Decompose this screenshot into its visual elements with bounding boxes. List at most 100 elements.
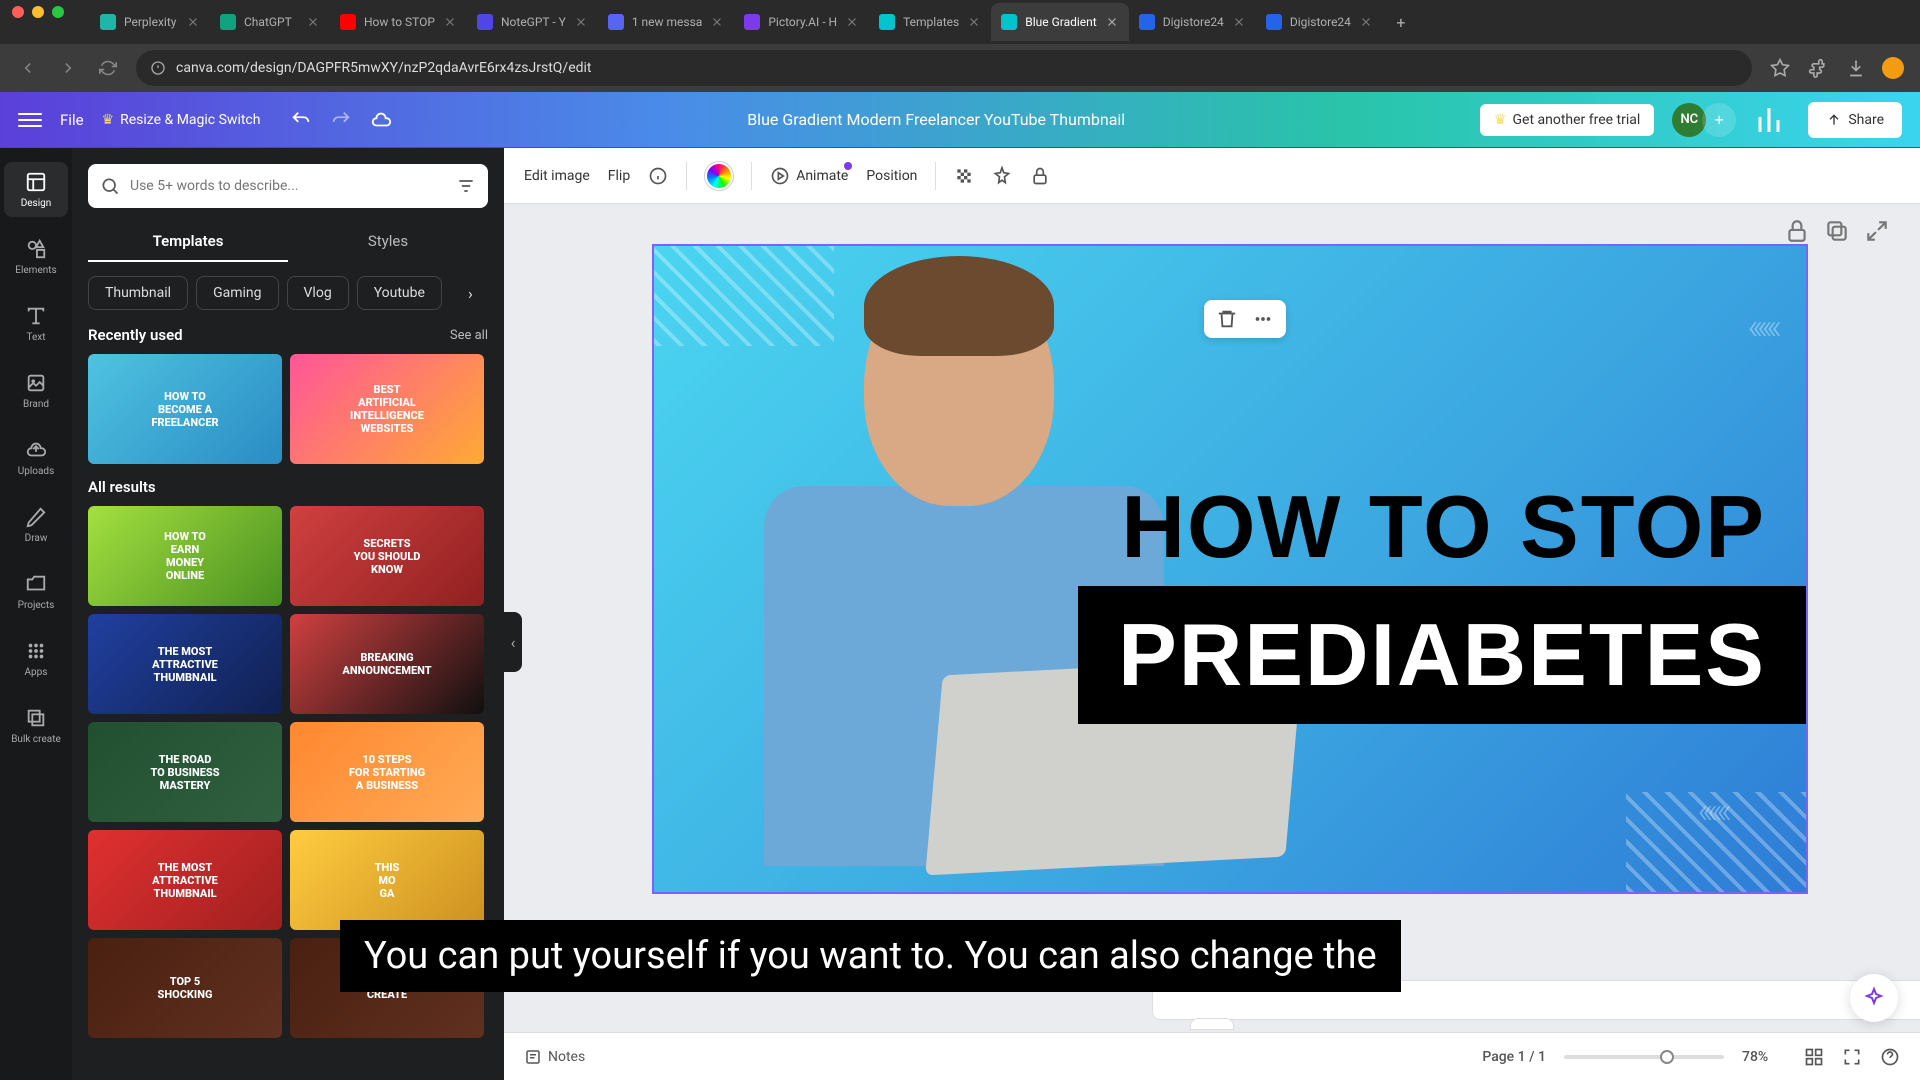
browser-tab[interactable]: NoteGPT - Y — [467, 3, 598, 41]
lock-page-icon[interactable] — [1784, 218, 1810, 244]
edit-image-button[interactable]: Edit image — [524, 168, 590, 184]
more-icon[interactable] — [1252, 308, 1274, 330]
page-handle[interactable] — [1190, 1018, 1234, 1030]
menu-icon[interactable] — [18, 108, 42, 132]
tab-templates[interactable]: Templates — [88, 222, 288, 262]
rail-text[interactable]: Text — [4, 296, 68, 351]
undo-button[interactable] — [290, 109, 312, 131]
template-thumbnail[interactable]: THE ROADTO BUSINESSMASTERY — [88, 722, 282, 822]
template-thumbnail[interactable]: BESTARTIFICIALINTELLIGENCEWEBSITES — [290, 354, 484, 464]
chevron-right-icon[interactable]: › — [468, 284, 488, 304]
transparency-icon[interactable] — [954, 166, 974, 186]
zoom-value[interactable]: 78% — [1742, 1049, 1786, 1065]
analytics-icon[interactable] — [1754, 102, 1790, 138]
notes-button[interactable]: Notes — [524, 1048, 585, 1066]
template-thumbnail[interactable]: HOW TOBECOME AFREELANCER — [88, 354, 282, 464]
rail-uploads[interactable]: Uploads — [4, 430, 68, 485]
animate-button[interactable]: Animate — [770, 166, 848, 186]
expand-icon[interactable] — [1864, 218, 1890, 244]
collaborators[interactable]: NC + — [1672, 103, 1736, 137]
browser-tab[interactable]: Blue Gradient — [991, 3, 1128, 41]
mac-minimize[interactable] — [32, 6, 44, 18]
rail-brand[interactable]: Brand — [4, 363, 68, 418]
page-indicator[interactable]: Page 1 / 1 — [1482, 1049, 1546, 1065]
close-icon[interactable] — [306, 15, 320, 29]
see-all-link[interactable]: See all — [450, 328, 488, 343]
filter-chip[interactable]: Gaming — [196, 276, 278, 310]
filter-icon[interactable] — [456, 176, 476, 196]
design-canvas[interactable]: ‹‹‹‹‹‹ ‹‹‹‹‹‹ HOW TO STOP PREDIABETES — [652, 244, 1808, 894]
browser-tab[interactable]: Digistore24 — [1256, 3, 1383, 41]
lock-icon[interactable] — [1030, 166, 1050, 186]
trial-button[interactable]: ♛ Get another free trial — [1480, 104, 1654, 136]
color-picker[interactable] — [705, 162, 733, 190]
filter-chip[interactable]: Vlog — [287, 276, 349, 310]
close-icon[interactable] — [443, 15, 457, 29]
delete-icon[interactable] — [1216, 308, 1238, 330]
effects-icon[interactable] — [992, 166, 1012, 186]
search-input[interactable] — [130, 178, 446, 194]
rail-projects[interactable]: Projects — [4, 564, 68, 619]
resize-button[interactable]: ♛ Resize & Magic Switch — [102, 112, 261, 128]
filter-chip[interactable]: Thumbnail — [88, 276, 188, 310]
download-icon[interactable] — [1844, 56, 1868, 80]
browser-tab[interactable]: Perplexity — [90, 3, 210, 41]
browser-tab[interactable]: 1 new messa — [598, 3, 735, 41]
browser-tab[interactable]: Templates — [869, 3, 991, 41]
filter-chip[interactable]: Youtube — [357, 276, 442, 310]
rail-apps[interactable]: Apps — [4, 631, 68, 686]
rail-design[interactable]: Design — [4, 162, 68, 217]
profile-avatar[interactable] — [1882, 57, 1904, 79]
template-thumbnail[interactable]: TOP 5SHOCKING — [88, 938, 282, 1038]
template-thumbnail[interactable]: HOW TOEARNMONEYONLINE — [88, 506, 282, 606]
forward-button[interactable] — [56, 56, 80, 80]
zoom-thumb[interactable] — [1660, 1050, 1674, 1064]
browser-tab[interactable]: Digistore24 — [1129, 3, 1256, 41]
reload-button[interactable] — [96, 56, 120, 80]
bookmark-icon[interactable] — [1768, 56, 1792, 80]
mac-close[interactable] — [12, 6, 24, 18]
close-icon[interactable] — [186, 15, 200, 29]
redo-button[interactable] — [330, 109, 352, 131]
new-tab-button[interactable]: + — [1387, 8, 1415, 36]
flip-button[interactable]: Flip — [608, 168, 630, 184]
template-thumbnail[interactable]: THISMOGA — [290, 830, 484, 930]
collapse-panel-icon[interactable]: ‹ — [504, 612, 522, 672]
extensions-icon[interactable] — [1806, 56, 1830, 80]
browser-tab[interactable]: Pictory.AI - H — [734, 3, 869, 41]
template-thumbnail[interactable]: BREAKINGANNOUNCEMENT — [290, 614, 484, 714]
heading-line1[interactable]: HOW TO STOP — [1121, 476, 1766, 578]
cloud-sync-icon[interactable] — [370, 109, 392, 131]
grid-view-icon[interactable] — [1804, 1047, 1824, 1067]
position-button[interactable]: Position — [866, 168, 917, 184]
back-button[interactable] — [16, 56, 40, 80]
ai-assistant-button[interactable] — [1850, 974, 1898, 1022]
close-icon[interactable] — [710, 15, 724, 29]
document-title[interactable]: Blue Gradient Modern Freelancer YouTube … — [410, 110, 1461, 129]
tab-styles[interactable]: Styles — [288, 222, 488, 262]
close-icon[interactable] — [574, 15, 588, 29]
template-thumbnail[interactable]: 10 STEPSFOR STARTINGA BUSINESS — [290, 722, 484, 822]
close-icon[interactable] — [845, 15, 859, 29]
close-icon[interactable] — [1359, 15, 1373, 29]
duplicate-page-icon[interactable] — [1824, 218, 1850, 244]
fullscreen-icon[interactable] — [1842, 1047, 1862, 1067]
heading-box[interactable]: PREDIABETES — [1078, 586, 1806, 724]
rail-bulk[interactable]: Bulk create — [4, 698, 68, 753]
close-icon[interactable] — [967, 15, 981, 29]
share-button[interactable]: Share — [1808, 102, 1902, 138]
zoom-slider[interactable] — [1564, 1055, 1724, 1059]
info-icon[interactable] — [648, 166, 668, 186]
search-box[interactable] — [88, 164, 488, 208]
template-thumbnail[interactable]: SECRETSYOU SHOULDKNOW — [290, 506, 484, 606]
template-thumbnail[interactable]: THE MOSTATTRACTIVETHUMBNAIL — [88, 830, 282, 930]
close-icon[interactable] — [1232, 15, 1246, 29]
file-menu[interactable]: File — [60, 111, 84, 129]
mac-maximize[interactable] — [52, 6, 64, 18]
rail-draw[interactable]: Draw — [4, 497, 68, 552]
url-input[interactable]: canva.com/design/DAGPFR5mwXY/nzP2qdaAvrE… — [136, 50, 1752, 86]
help-icon[interactable] — [1880, 1047, 1900, 1067]
rail-elements[interactable]: Elements — [4, 229, 68, 284]
add-collaborator-icon[interactable]: + — [1702, 103, 1736, 137]
browser-tab[interactable]: How to STOP — [330, 3, 467, 41]
